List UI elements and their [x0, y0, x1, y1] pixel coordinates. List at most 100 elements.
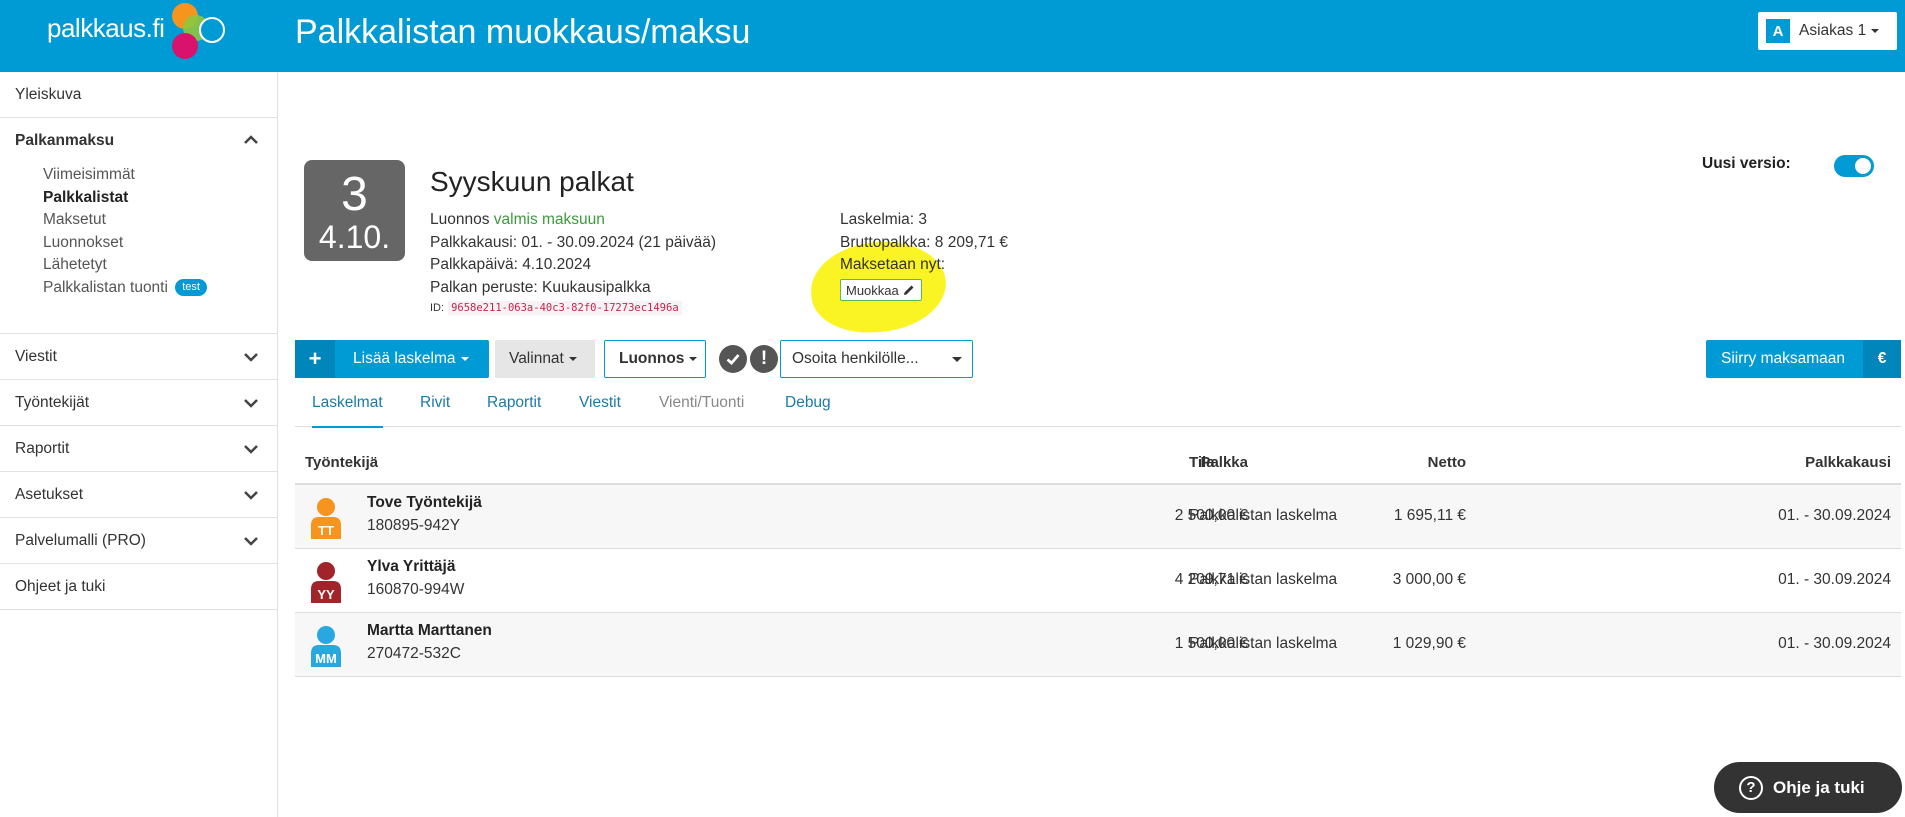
employee-name: Martta Marttanen — [367, 622, 492, 639]
go-to-payment-button[interactable]: Siirry maksamaan € — [1706, 340, 1901, 378]
employee-ssn: 270472-532C — [367, 645, 461, 662]
sidebar-item-label: Työntekijät — [15, 393, 90, 411]
pencil-icon — [903, 285, 914, 295]
sidebar-subitem-import[interactable]: Palkkalistan tuonti test — [0, 277, 277, 300]
help-button-label: Ohje ja tuki — [1773, 777, 1865, 797]
logo-text: palkkaus.fi — [47, 13, 165, 43]
choices-dropdown[interactable]: Valinnat — [495, 340, 595, 378]
chevron-down-icon — [244, 537, 258, 546]
logo-area[interactable]: palkkaus.fi — [0, 0, 278, 72]
sidebar-item-help[interactable]: Ohjeet ja tuki — [0, 564, 277, 610]
tab-debug[interactable]: Debug — [785, 386, 831, 427]
id-value: 9658e211-063a-40c3-82f0-17273ec1496a — [448, 301, 682, 315]
tab-rows[interactable]: Rivit — [420, 386, 450, 427]
question-icon: ? — [1739, 775, 1763, 800]
col-period[interactable]: Palkkakausi — [1805, 447, 1891, 479]
caret-down-icon — [1871, 29, 1880, 33]
payroll-summary: Laskelmia: 3 Bruttopalkka: 8 209,71 € Ma… — [840, 209, 1008, 277]
new-version-label: Uusi versio: — [1702, 155, 1791, 172]
pay-period: Palkkakausi: 01. - 30.09.2024 (21 päivää… — [430, 233, 717, 251]
sidebar-subitem-latest[interactable]: Viimeisimmät — [0, 164, 277, 187]
new-version-toggle[interactable] — [1834, 155, 1874, 177]
net-cell: 3 000,00 € — [1392, 571, 1466, 588]
svg-text:MM: MM — [315, 651, 337, 666]
sidebar-subitem-drafts[interactable]: Luonnokset — [0, 232, 277, 255]
tab-reports[interactable]: Raportit — [487, 386, 541, 427]
status-label: Luonnos — [430, 211, 490, 228]
sidebar-subitem-paid[interactable]: Maksetut — [0, 209, 277, 232]
period-cell: 01. - 30.09.2024 — [1778, 635, 1891, 652]
status-value: valmis maksuun — [493, 211, 605, 228]
svg-text:YY: YY — [317, 587, 335, 602]
net-cell: 1 695,11 € — [1393, 507, 1466, 524]
table-row[interactable]: YY Ylva Yrittäjä 160870-994W 4 209,71 € … — [295, 549, 1901, 613]
pay-date: Palkkapäivä: 4.10.2024 — [430, 256, 592, 273]
toolbar: + Lisää laskelma Valinnat Luonnos ! Osoi… — [295, 340, 1901, 378]
net-cell: 1 029,90 € — [1392, 635, 1466, 652]
sidebar-item-label: Palkanmaksu — [15, 132, 115, 149]
tab-export-import[interactable]: Vienti/Tuonti — [659, 386, 744, 427]
assign-person-select[interactable]: Osoita henkilölle... — [780, 340, 973, 378]
state-cell: Palkkalistan laskelma — [1189, 571, 1338, 588]
sidebar-group-payroll: Palkanmaksu Viimeisimmät Palkkalistat Ma… — [0, 118, 277, 334]
col-employee[interactable]: Työntekijä — [305, 447, 378, 479]
caret-down-icon — [568, 357, 577, 361]
table-row[interactable]: TT Tove Työntekijä 180895-942Y 2 500,00 … — [295, 485, 1901, 549]
sidebar-subitem-sent[interactable]: Lähetetyt — [0, 254, 277, 277]
person-avatar-icon: TT — [311, 498, 341, 539]
payroll-id: ID: 9658e211-063a-40c3-82f0-17273ec1496a — [430, 301, 682, 315]
check-icon[interactable] — [719, 345, 747, 373]
id-label: ID: — [430, 302, 445, 314]
caret-down-icon — [689, 357, 698, 361]
status-dropdown[interactable]: Luonnos — [604, 340, 706, 378]
tab-messages[interactable]: Viestit — [579, 386, 621, 427]
sidebar-item-settings[interactable]: Asetukset — [0, 472, 277, 518]
chevron-down-icon — [244, 353, 258, 362]
user-avatar: A — [1766, 19, 1790, 43]
sidebar-item-label: Ohjeet ja tuki — [15, 577, 106, 595]
user-menu-button[interactable]: A Asiakas 1 — [1758, 12, 1897, 50]
sidebar-item-employees[interactable]: Työntekijät — [0, 380, 277, 426]
add-calculation-button[interactable]: + Lisää laskelma — [295, 340, 489, 378]
payroll-date-box: 3 4.10. — [304, 160, 405, 261]
status-line: Luonnos valmis maksuun — [430, 209, 716, 232]
sidebar-item-label: Asetukset — [15, 485, 84, 503]
status-dropdown-label: Luonnos — [619, 350, 685, 367]
user-name: Asiakas 1 — [1799, 22, 1867, 39]
edit-button-label: Muokkaa — [846, 282, 899, 298]
sidebar-item-messages[interactable]: Viestit — [0, 334, 277, 380]
sidebar-item-overview[interactable]: Yleiskuva — [0, 72, 277, 118]
chevron-down-icon — [244, 445, 258, 454]
state-cell: Palkkalistan laskelma — [1189, 507, 1338, 524]
help-button[interactable]: ? Ohje ja tuki — [1714, 762, 1902, 813]
person-avatar-icon: YY — [311, 562, 341, 603]
add-calculation-label: Lisää laskelma — [335, 350, 469, 368]
choices-label: Valinnat — [509, 350, 564, 367]
person-avatar-icon: MM — [311, 626, 341, 667]
gross-salary: Bruttopalkka: 8 209,71 € — [840, 233, 1009, 251]
logo-circle-magenta — [172, 33, 198, 59]
assign-placeholder: Osoita henkilölle... — [792, 350, 919, 367]
sidebar-item-payroll[interactable]: Palkanmaksu — [0, 118, 277, 164]
sidebar-subitem-payrolls[interactable]: Palkkalistat — [0, 187, 277, 210]
sidebar-item-reports[interactable]: Raportit — [0, 426, 277, 472]
top-bar: Palkkalistan muokkaus/maksu A Asiakas 1 — [278, 0, 1905, 72]
calculation-count: 3 — [341, 168, 368, 221]
pay-now-label: Maksetaan nyt: — [840, 256, 946, 273]
col-state[interactable]: Tila — [1189, 447, 1215, 479]
col-net[interactable]: Netto — [1428, 447, 1466, 479]
sidebar-item-service-model[interactable]: Palvelumalli (PRO) — [0, 518, 277, 564]
logo-circle-blue — [199, 17, 225, 43]
payroll-info: Luonnos valmis maksuun Palkkakausi: 01. … — [430, 209, 716, 299]
calculation-count-text: Laskelmia: 3 — [840, 211, 928, 228]
warning-icon[interactable]: ! — [750, 345, 778, 373]
table-row[interactable]: MM Martta Marttanen 270472-532C 1 500,00… — [295, 613, 1901, 677]
euro-icon: € — [1863, 340, 1901, 378]
svg-text:TT: TT — [318, 523, 334, 538]
payroll-title: Syyskuun palkat — [430, 166, 634, 197]
sidebar: Yleiskuva Palkanmaksu Viimeisimmät Palkk… — [0, 72, 278, 817]
tab-calculations[interactable]: Laskelmat — [312, 386, 383, 428]
pay-date-short: 4.10. — [318, 219, 391, 255]
edit-button[interactable]: Muokkaa — [840, 279, 922, 301]
table-header: Työntekijä Palkka Netto Tila Palkkakausi — [295, 447, 1901, 485]
